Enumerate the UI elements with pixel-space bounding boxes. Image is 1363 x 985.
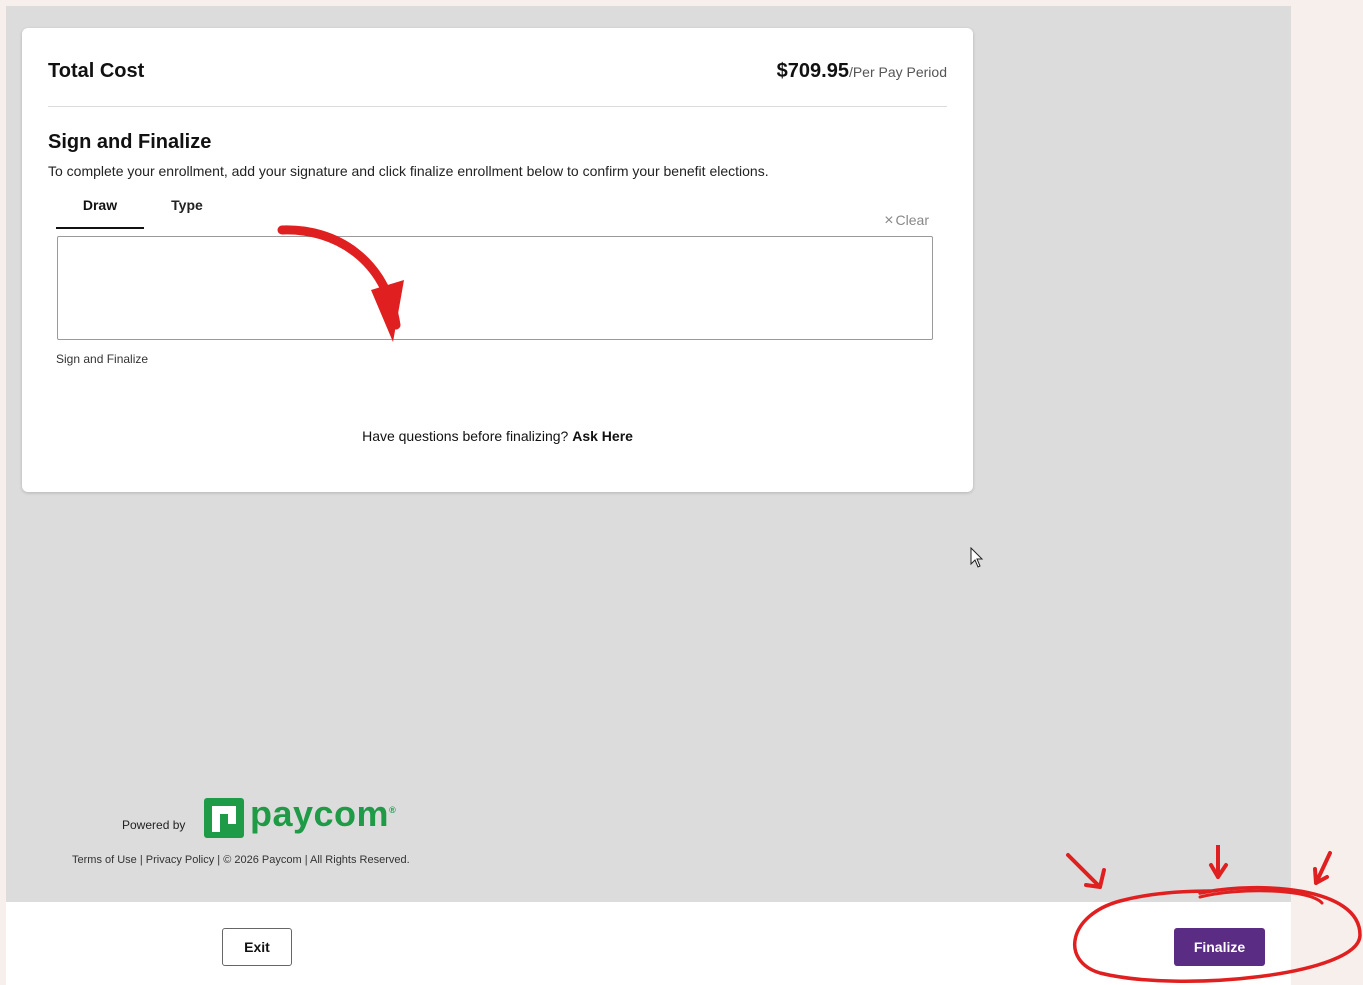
footer-separator: | — [214, 854, 224, 866]
questions-line: Have questions before finalizing? Ask He… — [22, 428, 973, 444]
sign-section-description: To complete your enrollment, add your si… — [48, 163, 769, 179]
powered-by-text: Powered by — [122, 818, 186, 832]
privacy-policy-link[interactable]: Privacy Policy — [146, 854, 214, 866]
total-cost-label: Total Cost — [48, 60, 145, 82]
app-content-area: Total Cost $709.95/Per Pay Period Sign a… — [6, 6, 1291, 985]
annotation-arrow-icon — [277, 225, 404, 342]
enrollment-card: Total Cost $709.95/Per Pay Period Sign a… — [22, 28, 973, 492]
signature-pad[interactable] — [57, 236, 933, 340]
footer-separator: | — [136, 854, 146, 866]
clear-signature-button[interactable]: × Clear — [884, 212, 929, 230]
paycom-registered-mark: ® — [389, 805, 397, 815]
tab-type[interactable]: Type — [156, 194, 218, 227]
total-cost-price: $709.95 — [776, 60, 849, 82]
close-icon: × — [884, 212, 894, 229]
copyright-text: © 2026 Paycom | All Rights Reserved. — [223, 854, 410, 866]
total-cost-row: Total Cost $709.95/Per Pay Period — [48, 58, 947, 107]
tab-draw[interactable]: Draw — [56, 194, 144, 229]
questions-text: Have questions before finalizing? — [362, 428, 569, 444]
footer-links: Terms of Use | Privacy Policy | © 2026 P… — [72, 854, 410, 866]
ask-here-link[interactable]: Ask Here — [572, 428, 633, 444]
total-cost-amount: $709.95/Per Pay Period — [777, 60, 947, 83]
exit-button[interactable]: Exit — [222, 928, 292, 966]
signature-caption: Sign and Finalize — [56, 352, 149, 366]
finalize-annotation-icon — [1066, 845, 1362, 983]
clear-label: Clear — [895, 212, 929, 228]
paycom-brand: paycom — [250, 793, 390, 834]
paycom-logo-icon — [204, 798, 244, 838]
mouse-pointer-icon — [970, 547, 984, 568]
paycom-logo-text: paycom® — [250, 793, 396, 835]
total-cost-period: /Per Pay Period — [848, 64, 947, 80]
terms-of-use-link[interactable]: Terms of Use — [72, 854, 137, 866]
sign-section-title: Sign and Finalize — [48, 131, 212, 153]
